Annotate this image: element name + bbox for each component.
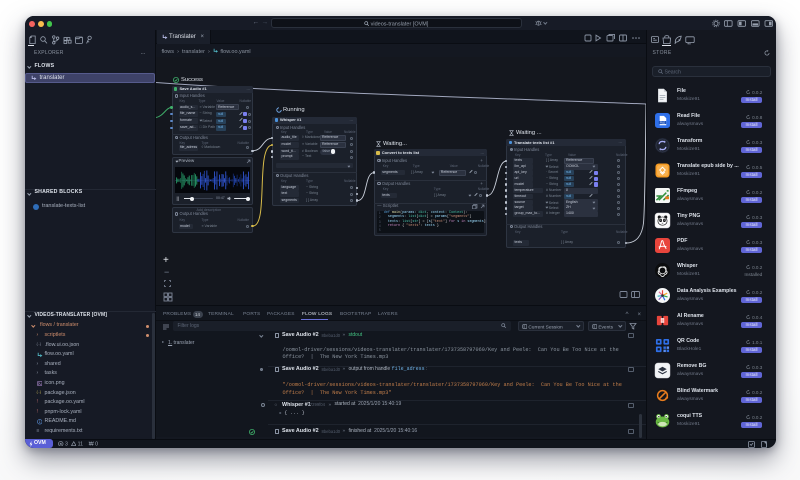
svg-text:FILE: FILE — [660, 122, 665, 125]
